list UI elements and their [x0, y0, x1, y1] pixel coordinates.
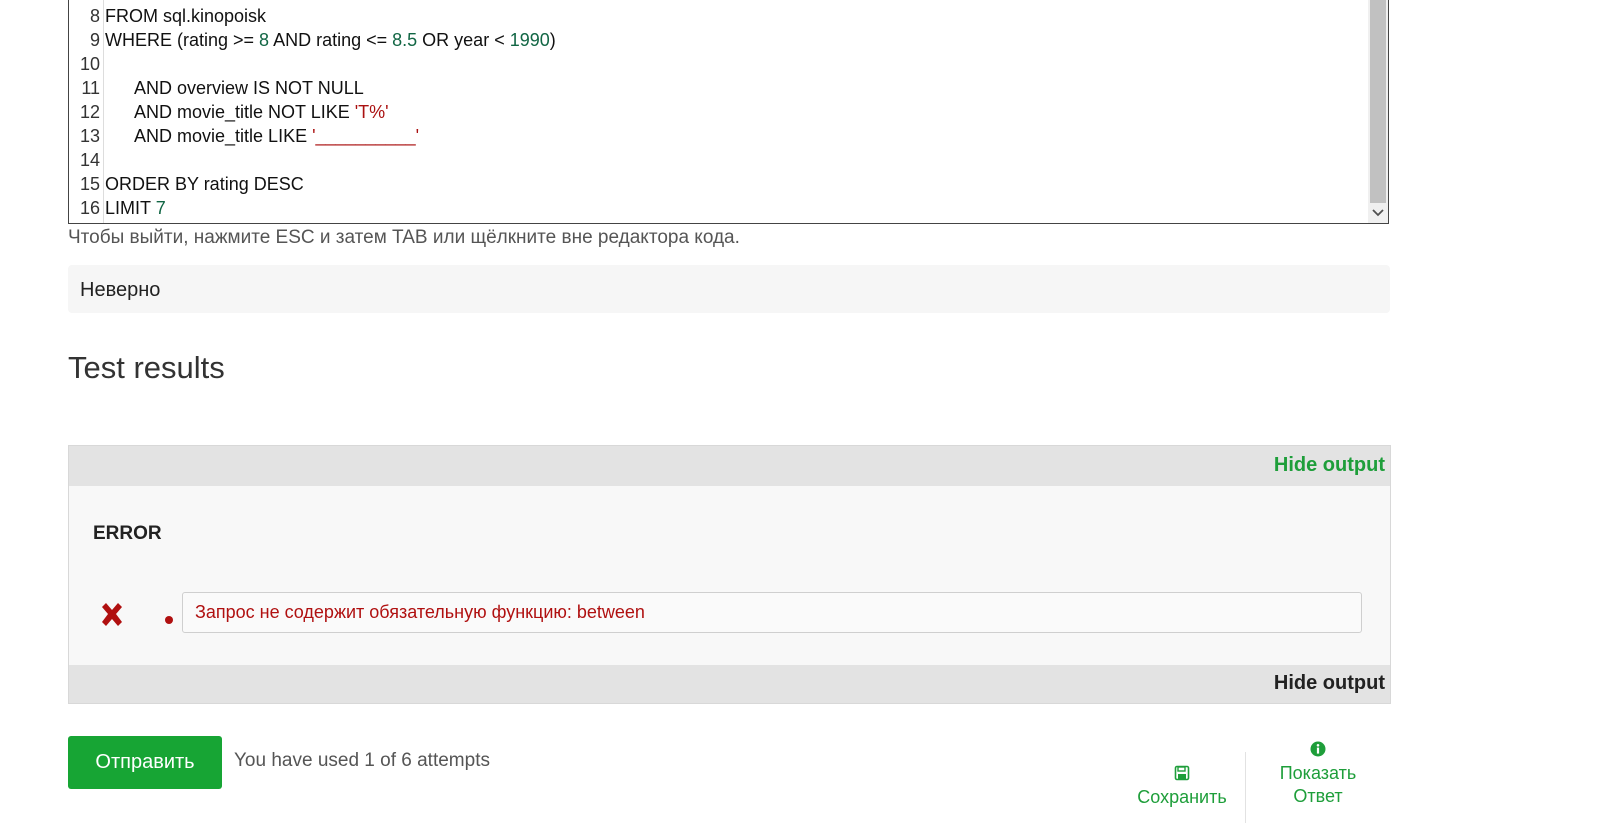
code-line[interactable]: AND movie_title NOT LIKE 'T%' [105, 100, 389, 124]
error-heading: ERROR [93, 523, 162, 544]
code-text-token: AND movie_title LIKE [105, 126, 313, 146]
save-button[interactable]: Сохранить [1124, 764, 1240, 809]
code-number-token: 8.5 [392, 30, 418, 50]
code-number-token: 8 [259, 30, 270, 50]
scroll-down-arrow-icon[interactable] [1371, 207, 1385, 221]
line-number: 9 [89, 30, 100, 50]
results-header: Hide output [69, 446, 1390, 486]
code-text-token: FROM sql.kinopoisk [105, 6, 267, 26]
attempts-counter: You have used 1 of 6 attempts [234, 750, 490, 771]
info-circle-icon [1262, 740, 1374, 762]
code-text-token: AND overview IS NOT NULL [105, 78, 364, 98]
code-text-token: LIMIT [105, 198, 156, 218]
hide-output-link-bottom[interactable]: Hide output [1274, 672, 1385, 695]
floppy-disk-icon [1124, 764, 1240, 786]
code-text-token: ) [549, 30, 556, 50]
code-text-token: AND movie_title NOT LIKE [105, 102, 355, 122]
line-number: 8 [89, 6, 100, 26]
code-number-token: 7 [155, 198, 166, 218]
code-line[interactable]: ORDER BY rating DESC [105, 172, 304, 196]
show-answer-button[interactable]: Показать Ответ [1262, 740, 1374, 808]
code-string-token: 'T%' [354, 102, 389, 122]
editor-scrollbar[interactable] [1368, 0, 1388, 223]
code-string-token: '__________' [312, 126, 420, 146]
page: 8 FROM sql.kinopoisk 9 WHERE (rating >= 8 A… [0, 0, 1599, 823]
hide-output-link-top[interactable]: Hide output [1274, 454, 1385, 477]
show-answer-label-line1: Показать [1279, 763, 1357, 783]
code-text-token: ORDER BY rating DESC [105, 174, 304, 194]
code-line[interactable]: AND overview IS NOT NULL [105, 76, 364, 100]
code-text-token: WHERE (rating >= [105, 30, 260, 50]
line-number: 16 [79, 198, 100, 218]
code-text-token: AND rating <= [269, 30, 393, 50]
action-divider [1245, 752, 1246, 823]
line-number: 12 [79, 102, 100, 122]
line-number: 10 [79, 54, 100, 74]
code-line[interactable]: FROM sql.kinopoisk [105, 4, 266, 28]
code-text-token: OR year < [417, 30, 510, 50]
error-message: Запрос не содержит обязательную функцию:… [182, 592, 1362, 633]
editor-exit-hint: Чтобы выйти, нажмите ESC и затем TAB или… [68, 227, 740, 248]
results-footer: Hide output [69, 665, 1390, 703]
line-number: 13 [79, 126, 100, 146]
line-number: 15 [79, 174, 100, 194]
test-results-panel: Hide output ERROR Запрос не содержит обя… [68, 445, 1391, 704]
show-answer-label-line2: Ответ [1293, 786, 1343, 806]
code-line[interactable]: WHERE (rating >= 8 AND rating <= 8.5 OR … [105, 28, 556, 52]
code-number-token: 1990 [509, 30, 550, 50]
scrollbar-thumb[interactable] [1370, 0, 1386, 203]
submit-button[interactable]: Отправить [68, 736, 222, 789]
test-results-title: Test results [68, 350, 225, 385]
code-editor[interactable]: 8 FROM sql.kinopoisk 9 WHERE (rating >= 8 A… [68, 0, 1389, 224]
line-number: 11 [81, 78, 100, 98]
line-number: 14 [79, 150, 100, 170]
code-line[interactable]: AND movie_title LIKE '__________' [105, 124, 419, 148]
verdict-box: Неверно [68, 265, 1390, 313]
bullet-icon [165, 616, 173, 624]
x-mark-icon [97, 600, 127, 630]
save-label: Сохранить [1137, 787, 1227, 807]
code-line[interactable]: LIMIT 7 [105, 196, 166, 220]
